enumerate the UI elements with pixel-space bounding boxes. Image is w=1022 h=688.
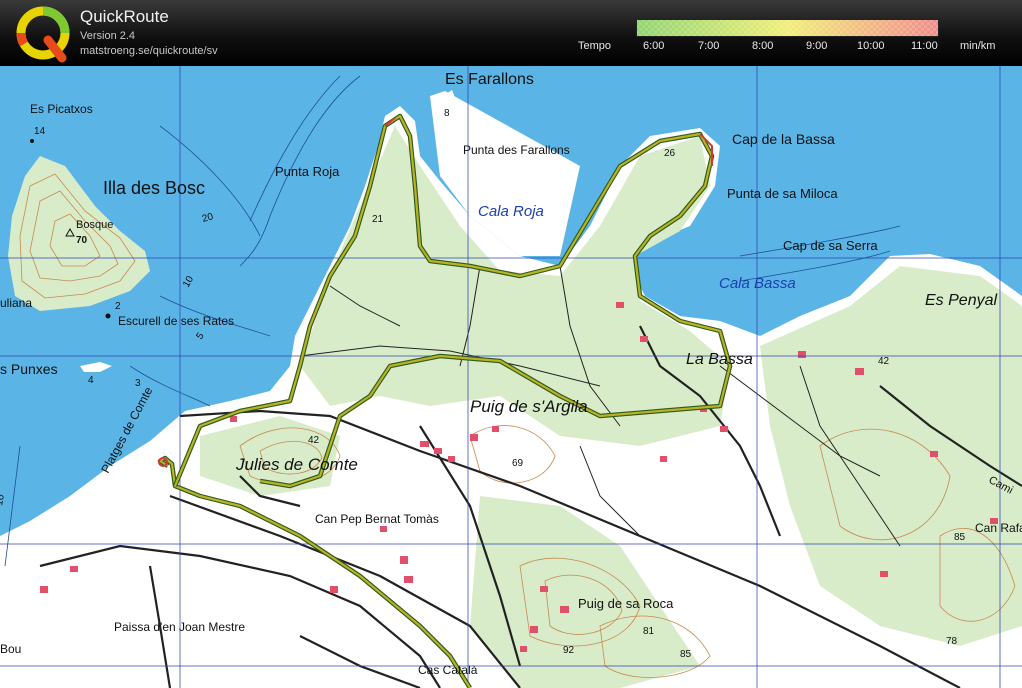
elevation-label: 8 xyxy=(444,108,450,119)
elevation-label: 85 xyxy=(954,532,966,543)
place-label: Bou xyxy=(0,642,21,656)
tempo-tick: 8:00 xyxy=(752,40,774,52)
water-label: Cala Bassa xyxy=(719,275,796,292)
app-url: matstroeng.se/quickroute/sv xyxy=(80,45,218,57)
tempo-unit: min/km xyxy=(960,40,996,52)
tempo-tick: 7:00 xyxy=(698,40,720,52)
elevation-label: 78 xyxy=(946,636,958,647)
orienteering-map[interactable]: Es Farallons Es Picatxos Illa des Bosc B… xyxy=(0,66,1022,688)
tempo-tick: 10:00 xyxy=(857,40,885,52)
rock-point-icon xyxy=(30,139,34,143)
elevation-label: 26 xyxy=(664,148,676,159)
rock-point-icon xyxy=(105,313,111,319)
place-label: uliana xyxy=(0,296,32,310)
place-label: Es Picatxos xyxy=(30,102,93,116)
place-label: Puig de sa Roca xyxy=(578,596,674,611)
place-label: Cap de la Bassa xyxy=(732,131,835,147)
place-label: Punta des Farallons xyxy=(463,143,570,157)
place-label: Puig de s'Argila xyxy=(470,397,588,416)
app-version: Version 2.4 xyxy=(80,30,136,42)
place-label: Escurell de ses Rates xyxy=(118,314,234,328)
elevation-label: 4 xyxy=(88,375,94,386)
elevation-label: 70 xyxy=(76,235,88,246)
place-label: Es Farallons xyxy=(445,71,534,88)
place-label: Punta de sa Miloca xyxy=(727,186,838,201)
place-label: Can Pep Bernat Tomàs xyxy=(315,512,439,526)
elevation-label: 42 xyxy=(308,435,320,446)
place-label: Julies de Comte xyxy=(235,455,358,474)
elevation-label: 14 xyxy=(34,126,46,137)
place-label: Cap de sa Serra xyxy=(783,238,878,253)
water-label: Cala Roja xyxy=(478,203,544,220)
tempo-color-scale xyxy=(636,19,939,37)
place-label: Punta Roja xyxy=(275,164,340,179)
elevation-label: 85 xyxy=(680,649,692,660)
elevation-label: 3 xyxy=(135,378,141,389)
tempo-tick: 11:00 xyxy=(911,40,938,52)
elevation-label: 81 xyxy=(643,626,655,637)
elevation-label: 2 xyxy=(115,301,121,312)
place-label: Paissa d'en Joan Mestre xyxy=(114,620,245,634)
elevation-label: 69 xyxy=(512,458,524,469)
elevation-label: 42 xyxy=(878,356,890,367)
quickroute-logo-icon xyxy=(16,6,70,63)
place-label: Illa des Bosc xyxy=(103,178,205,198)
tempo-label: Tempo xyxy=(578,40,612,52)
place-label: s Punxes xyxy=(0,361,58,377)
tempo-tick: 6:00 xyxy=(643,40,665,52)
app-title: QuickRoute xyxy=(80,7,169,26)
place-label: La Bassa xyxy=(686,351,753,368)
place-label: Cas Català xyxy=(418,663,478,677)
elevation-label: 92 xyxy=(563,645,575,656)
quickroute-viewer: QuickRoute Version 2.4 matstroeng.se/qui… xyxy=(0,0,1022,688)
place-label: Es Penyal xyxy=(925,292,997,309)
elevation-label: 21 xyxy=(372,214,384,225)
place-label: Can Rafa xyxy=(975,521,1022,535)
place-label: Bosque xyxy=(76,219,113,231)
tempo-tick: 9:00 xyxy=(806,40,828,52)
header-bar: QuickRoute Version 2.4 matstroeng.se/qui… xyxy=(0,0,1022,66)
